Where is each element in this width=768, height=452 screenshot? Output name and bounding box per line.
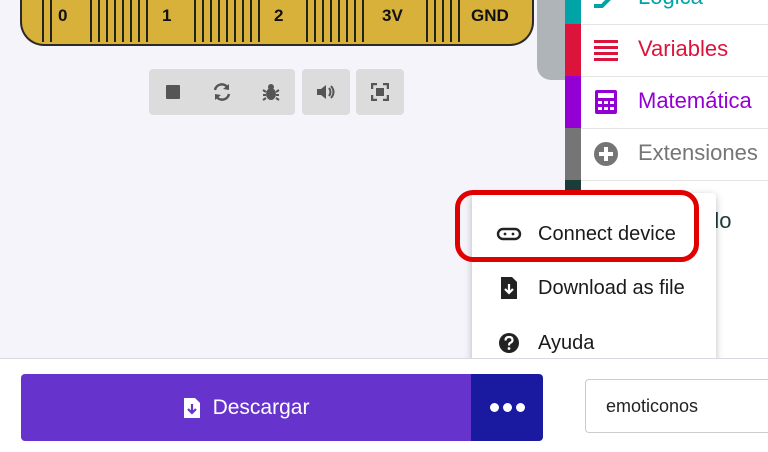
fullscreen-button[interactable] xyxy=(361,69,399,115)
sound-button[interactable] xyxy=(307,69,345,115)
ellipsis-icon xyxy=(489,403,499,412)
logic-icon xyxy=(591,0,621,12)
pin-label-1[interactable]: 1 xyxy=(162,6,171,26)
menu-item-label: Connect device xyxy=(538,223,676,245)
toolbox-category-variables[interactable]: Variables xyxy=(565,24,768,77)
editor-bottom-bar: Descargar xyxy=(0,358,768,452)
toolbox-category-math[interactable]: Matemática xyxy=(565,76,768,129)
usb-connect-icon xyxy=(496,221,522,247)
pin-label-0[interactable]: 0 xyxy=(58,6,67,26)
debug-button[interactable] xyxy=(252,69,290,115)
toolbox-category-logic[interactable]: Lógica xyxy=(565,0,768,25)
menu-item-label: Ayuda xyxy=(538,332,595,354)
category-stripe xyxy=(565,76,581,128)
file-download-icon xyxy=(183,397,200,418)
category-label: Lógica xyxy=(638,0,703,10)
category-stripe xyxy=(565,0,581,24)
more-options-menu: Connect device Download as file Ayuda xyxy=(472,193,716,371)
variables-icon xyxy=(591,36,621,64)
category-stripe xyxy=(565,24,581,76)
category-label: Matemática xyxy=(638,88,752,113)
download-button-label: Descargar xyxy=(212,395,310,419)
fullscreen-icon xyxy=(371,83,389,101)
sound-icon xyxy=(317,85,335,99)
stop-button[interactable] xyxy=(154,69,192,115)
plus-circle-icon xyxy=(591,140,621,168)
pin-label-3v[interactable]: 3V xyxy=(382,6,403,26)
editor-scrollbar[interactable] xyxy=(537,0,565,80)
calculator-icon xyxy=(591,88,621,116)
restart-icon xyxy=(213,83,231,101)
debug-icon xyxy=(262,84,280,101)
more-options-button[interactable] xyxy=(471,374,543,441)
help-icon xyxy=(496,330,522,356)
file-download-icon xyxy=(496,275,522,301)
restart-button[interactable] xyxy=(203,69,241,115)
toolbox-category-extensions[interactable]: Extensiones xyxy=(565,128,768,181)
stop-icon xyxy=(166,85,180,99)
menu-item-download-file[interactable]: Download as file xyxy=(472,261,716,315)
menu-item-connect-device[interactable]: Connect device xyxy=(472,207,716,261)
pin-label-gnd[interactable]: GND xyxy=(471,6,509,26)
pin-label-2[interactable]: 2 xyxy=(274,6,283,26)
menu-item-label: Download as file xyxy=(538,277,685,299)
category-label: Extensiones xyxy=(638,140,758,165)
category-label: Variables xyxy=(638,36,729,61)
microbit-edge-connector: 0 1 2 3V GND xyxy=(20,0,534,46)
project-name-input[interactable] xyxy=(585,379,768,433)
download-button[interactable]: Descargar xyxy=(21,374,471,441)
category-stripe xyxy=(565,128,581,180)
